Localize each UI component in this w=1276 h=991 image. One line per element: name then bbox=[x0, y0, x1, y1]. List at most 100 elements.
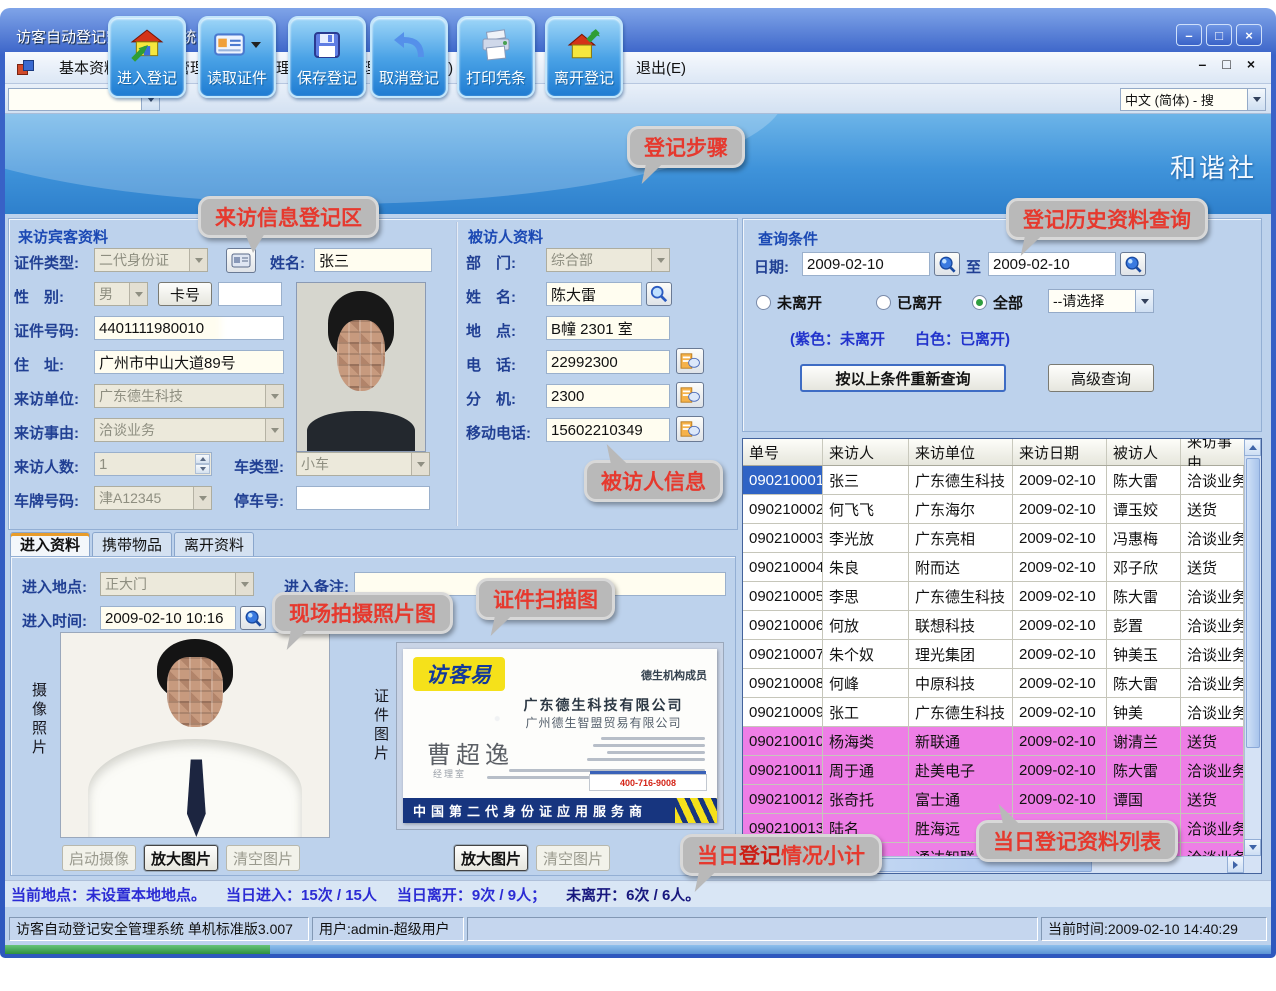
column-header[interactable]: 被访人 bbox=[1107, 439, 1181, 465]
table-cell[interactable]: 广东德生科技 bbox=[909, 582, 1013, 611]
table-row[interactable]: 090210009张工广东德生科技2009-02-10钟美洽谈业务 bbox=[743, 698, 1244, 727]
table-cell[interactable]: 谢清兰 bbox=[1107, 727, 1181, 756]
card-number-input[interactable] bbox=[218, 282, 282, 306]
scroll-up-icon[interactable] bbox=[1244, 439, 1261, 456]
radio-icon[interactable] bbox=[972, 295, 987, 310]
leave-register-button[interactable]: 离开登记 bbox=[545, 16, 623, 98]
table-cell[interactable]: 洽谈业务 bbox=[1181, 814, 1244, 843]
requery-button[interactable]: 按以上条件重新查询 bbox=[800, 364, 1006, 392]
table-cell[interactable]: 李思 bbox=[823, 582, 909, 611]
table-row[interactable]: 090210006何放联想科技2009-02-10彭置洽谈业务 bbox=[743, 611, 1244, 640]
table-cell[interactable]: 2009-02-10 bbox=[1013, 756, 1107, 785]
table-cell[interactable]: 洽谈业务 bbox=[1181, 756, 1244, 785]
print-receipt-button[interactable]: 打印凭条 bbox=[457, 16, 535, 98]
table-cell[interactable]: 2009-02-10 bbox=[1013, 611, 1107, 640]
dial-ext-button[interactable] bbox=[676, 382, 704, 408]
table-cell[interactable]: 090210002 bbox=[743, 495, 823, 524]
gender-combobox[interactable]: 男 bbox=[94, 282, 148, 306]
column-header[interactable]: 单号 bbox=[743, 439, 823, 465]
mobile-input[interactable]: 15602210349 bbox=[546, 418, 670, 442]
table-cell[interactable]: 2009-02-10 bbox=[1013, 727, 1107, 756]
chevron-down-icon[interactable] bbox=[129, 283, 147, 305]
table-cell[interactable]: 新联通 bbox=[909, 727, 1013, 756]
table-cell[interactable]: 090210001 bbox=[743, 466, 823, 495]
table-cell[interactable]: 联想科技 bbox=[909, 611, 1013, 640]
table-cell[interactable]: 富士通 bbox=[909, 785, 1013, 814]
tab-entry-info[interactable]: 进入资料 bbox=[10, 532, 90, 557]
table-cell[interactable]: 赴美电子 bbox=[909, 756, 1013, 785]
vertical-scrollbar[interactable] bbox=[1244, 439, 1261, 856]
column-header[interactable]: 来访人 bbox=[823, 439, 909, 465]
table-cell[interactable]: 陈大雷 bbox=[1107, 466, 1181, 495]
table-cell[interactable]: 2009-02-10 bbox=[1013, 524, 1107, 553]
visitor-count-stepper[interactable]: 1 bbox=[94, 452, 212, 476]
table-cell[interactable]: 090210007 bbox=[743, 640, 823, 669]
tab-carried-items[interactable]: 携带物品 bbox=[92, 532, 172, 557]
stepper-down-icon[interactable] bbox=[195, 464, 210, 474]
stepper-up-icon[interactable] bbox=[195, 454, 210, 464]
table-row[interactable]: 090210007朱个奴理光集团2009-02-10钟美玉洽谈业务 bbox=[743, 640, 1244, 669]
menu-item-exit[interactable]: 退出(E) bbox=[636, 57, 686, 78]
table-cell[interactable]: 090210010 bbox=[743, 727, 823, 756]
column-header[interactable]: 来访日期 bbox=[1013, 439, 1107, 465]
mdi-close-button[interactable]: × bbox=[1247, 56, 1255, 72]
date-to-picker-button[interactable] bbox=[1120, 252, 1146, 276]
table-row[interactable]: 090210005李思广东德生科技2009-02-10陈大雷洽谈业务 bbox=[743, 582, 1244, 611]
chevron-down-icon[interactable] bbox=[1247, 89, 1265, 110]
chevron-down-icon[interactable] bbox=[235, 573, 253, 595]
table-cell[interactable]: 2009-02-10 bbox=[1013, 640, 1107, 669]
date-from-picker-button[interactable] bbox=[934, 252, 960, 276]
table-cell[interactable]: 广东海尔 bbox=[909, 495, 1013, 524]
table-cell[interactable]: 李光放 bbox=[823, 524, 909, 553]
table-cell[interactable]: 洽谈业务 bbox=[1181, 524, 1244, 553]
enter-register-button[interactable]: 进入登记 bbox=[108, 16, 186, 98]
table-cell[interactable]: 朱个奴 bbox=[823, 640, 909, 669]
table-cell[interactable]: 090210012 bbox=[743, 785, 823, 814]
save-register-button[interactable]: 保存登记 bbox=[288, 16, 366, 98]
table-cell[interactable]: 090210009 bbox=[743, 698, 823, 727]
date-from-input[interactable]: 2009-02-10 bbox=[802, 252, 930, 276]
table-cell[interactable]: 送货 bbox=[1181, 727, 1244, 756]
id-number-input[interactable]: 4401111980010 bbox=[94, 316, 284, 340]
start-camera-button[interactable]: 启动摄像 bbox=[62, 845, 136, 871]
table-row[interactable]: 090210003李光放广东亮相2009-02-10冯惠梅洽谈业务 bbox=[743, 524, 1244, 553]
table-cell[interactable]: 冯惠梅 bbox=[1107, 524, 1181, 553]
table-cell[interactable]: 广东德生科技 bbox=[909, 466, 1013, 495]
table-cell[interactable]: 2009-02-10 bbox=[1013, 553, 1107, 582]
chevron-down-icon[interactable] bbox=[411, 453, 429, 475]
table-cell[interactable]: 090210008 bbox=[743, 669, 823, 698]
table-cell[interactable]: 张工 bbox=[823, 698, 909, 727]
table-cell[interactable]: 陈大雷 bbox=[1107, 582, 1181, 611]
id-type-combobox[interactable]: 二代身份证 bbox=[94, 248, 208, 272]
table-cell[interactable]: 钟美玉 bbox=[1107, 640, 1181, 669]
parking-input[interactable] bbox=[296, 486, 430, 510]
cancel-register-button[interactable]: 取消登记 bbox=[370, 16, 448, 98]
table-cell[interactable]: 朱良 bbox=[823, 553, 909, 582]
table-row[interactable]: 090210001张三广东德生科技2009-02-10陈大雷洽谈业务 bbox=[743, 466, 1244, 495]
column-header[interactable]: 来访单位 bbox=[909, 439, 1013, 465]
advanced-query-button[interactable]: 高级查询 bbox=[1048, 364, 1154, 392]
table-cell[interactable]: 理光集团 bbox=[909, 640, 1013, 669]
table-cell[interactable]: 周于通 bbox=[823, 756, 909, 785]
table-cell[interactable]: 何峰 bbox=[823, 669, 909, 698]
table-cell[interactable]: 2009-02-10 bbox=[1013, 785, 1107, 814]
chevron-down-icon[interactable] bbox=[189, 249, 207, 271]
table-cell[interactable]: 2009-02-10 bbox=[1013, 698, 1107, 727]
table-cell[interactable]: 090210005 bbox=[743, 582, 823, 611]
radio-left[interactable]: 已离开 bbox=[876, 292, 942, 313]
dial-phone-button[interactable] bbox=[676, 348, 704, 374]
table-cell[interactable]: 张奇托 bbox=[823, 785, 909, 814]
table-cell[interactable]: 送货 bbox=[1181, 495, 1244, 524]
table-cell[interactable]: 邓子欣 bbox=[1107, 553, 1181, 582]
host-name-input[interactable]: 陈大雷 bbox=[546, 282, 642, 306]
table-cell[interactable]: 洽谈业务 bbox=[1181, 698, 1244, 727]
column-header[interactable]: 来访事由 bbox=[1181, 439, 1244, 465]
mdi-restore-button[interactable]: □ bbox=[1222, 56, 1230, 72]
visitor-name-input[interactable]: 张三 bbox=[314, 248, 432, 272]
phone-input[interactable]: 22992300 bbox=[546, 350, 670, 374]
dropdown-caret-icon[interactable] bbox=[251, 42, 261, 48]
table-cell[interactable]: 送货 bbox=[1181, 553, 1244, 582]
table-cell[interactable]: 090210006 bbox=[743, 611, 823, 640]
entry-location-combobox[interactable]: 正大门 bbox=[100, 572, 254, 596]
table-row[interactable]: 090210010杨海类新联通2009-02-10谢清兰送货 bbox=[743, 727, 1244, 756]
